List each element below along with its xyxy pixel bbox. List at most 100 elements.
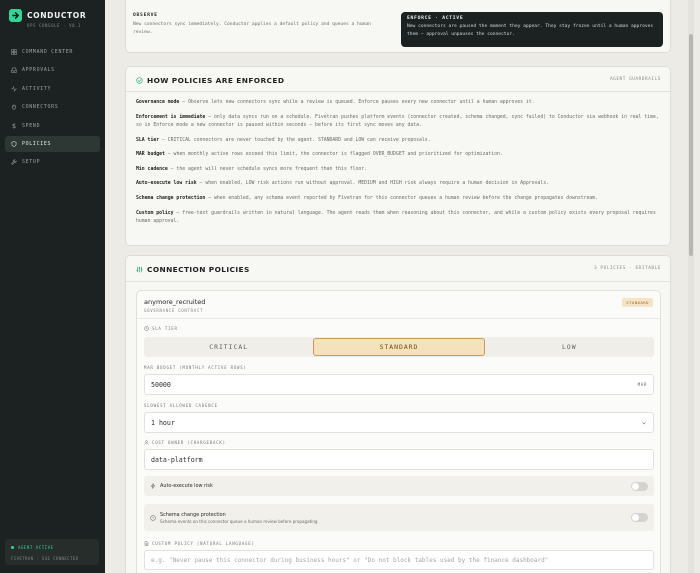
rule-text: — CRITICAL connectors are never touched … bbox=[159, 137, 431, 143]
sidebar-item-label: CONNECTORS bbox=[22, 104, 59, 111]
inbox-icon bbox=[11, 67, 17, 74]
agent-connection-detail: FIVETRAN · SSE CONNECTED bbox=[11, 556, 79, 561]
cost-owner-input[interactable]: data-platform bbox=[144, 449, 654, 470]
cost-owner-label: COST OWNER (CHARGEBACK) bbox=[144, 440, 226, 445]
brand-title: CONDUCTOR bbox=[27, 11, 87, 20]
sla-tier-selector: CRITICAL STANDARD LOW bbox=[144, 337, 654, 357]
sidebar-item-spend[interactable]: SPEND bbox=[5, 118, 100, 134]
sidebar-item-label: ACTIVITY bbox=[22, 85, 52, 92]
sidebar-item-connectors[interactable]: CONNECTORS bbox=[5, 99, 100, 115]
sidebar-item-policies[interactable]: POLICIES bbox=[5, 135, 100, 152]
sliders-icon bbox=[136, 266, 143, 273]
auto-execute-row: Auto-execute low risk bbox=[144, 476, 654, 496]
scrollbar-thumb[interactable] bbox=[689, 34, 693, 256]
plug-icon bbox=[11, 104, 17, 111]
brand-subtitle: OPS CONSOLE · V0.1 bbox=[27, 23, 82, 28]
rule-text: — the agent will never schedule syncs mo… bbox=[167, 166, 368, 172]
rule-term: Enforcement is immediate bbox=[136, 114, 206, 120]
sidebar: CONDUCTOR OPS CONSOLE · V0.1 COMMAND CEN… bbox=[0, 0, 105, 573]
rule-term: MAR budget bbox=[136, 152, 165, 158]
main-content: OBSERVE New connectors sync immediately.… bbox=[105, 0, 694, 573]
sidebar-item-label: COMMAND CENTER bbox=[22, 49, 74, 55]
chevron-down-icon bbox=[642, 421, 646, 424]
rule-item: Auto-execute low risk — when enabled, LO… bbox=[136, 180, 666, 188]
mode-description: New connectors are paused the moment the… bbox=[407, 24, 654, 38]
rule-item: Governance mode — Observe lets new conne… bbox=[136, 99, 666, 107]
custom-policy-input[interactable]: e.g. "Never pause this connector during … bbox=[144, 550, 654, 570]
how-policies-card: HOW POLICIES ARE ENFORCED AGENT GUARDRAI… bbox=[125, 66, 671, 246]
logo-icon bbox=[9, 9, 22, 22]
mode-option-observe[interactable]: OBSERVE New connectors sync immediately.… bbox=[133, 13, 383, 37]
cadence-select[interactable]: 1 hour bbox=[144, 412, 654, 433]
policy-count: 3 POLICIES · EDITABLE bbox=[594, 266, 661, 271]
cadence-value: 1 hour bbox=[151, 418, 175, 427]
schema-protection-toggle[interactable] bbox=[631, 513, 648, 522]
sla-tier-label: SLA TIER bbox=[144, 326, 178, 331]
auto-execute-toggle[interactable] bbox=[631, 481, 648, 491]
mode-description: New connectors sync immediately. Conduct… bbox=[133, 22, 371, 36]
check-circle-icon bbox=[136, 77, 143, 84]
sidebar-item-setup[interactable]: SETUP bbox=[5, 154, 100, 170]
rule-item: MAR budget — when monthly active rows ex… bbox=[136, 151, 666, 159]
clock-icon bbox=[144, 326, 149, 331]
mar-budget-value: 50000 bbox=[151, 380, 171, 389]
cost-owner-value: data-platform bbox=[151, 455, 203, 464]
rule-term: Schema change protection bbox=[136, 195, 206, 201]
rule-text: — when monthly active rows exceed this l… bbox=[164, 152, 503, 158]
rules-list: Governance mode — Observe lets new conne… bbox=[136, 99, 666, 233]
mode-option-enforce[interactable]: ENFORCE · ACTIVE New connectors are paus… bbox=[401, 12, 663, 47]
rule-text: — only data syncs run on a schedule. Fiv… bbox=[136, 114, 659, 128]
section-tag: AGENT GUARDRAILS bbox=[610, 77, 661, 82]
cadence-label: SLOWEST ALLOWED CADENCE bbox=[144, 403, 218, 408]
rule-item: Enforcement is immediate — only data syn… bbox=[136, 114, 666, 131]
sla-option-low[interactable]: LOW bbox=[485, 337, 654, 357]
sidebar-item-label: POLICIES bbox=[22, 140, 52, 147]
schema-protection-row: Schema change protection Schema events o… bbox=[144, 504, 654, 531]
sla-option-critical[interactable]: CRITICAL bbox=[144, 337, 313, 357]
shield-icon bbox=[150, 514, 156, 521]
brand: CONDUCTOR bbox=[0, 0, 105, 22]
rule-text: — free-text guardrails written in natura… bbox=[136, 210, 656, 224]
rule-text: — Observe lets new connectors sync while… bbox=[179, 100, 535, 105]
lightning-icon bbox=[150, 483, 156, 489]
auto-execute-label: Auto-execute low risk bbox=[160, 483, 213, 489]
rule-text: — when enabled, any schema event reporte… bbox=[205, 195, 599, 201]
governance-mode-card: OBSERVE New connectors sync immediately.… bbox=[125, 0, 671, 53]
custom-policy-placeholder: e.g. "Never pause this connector during … bbox=[151, 556, 549, 564]
agent-status-label: AGENT ACTIVE bbox=[18, 545, 54, 550]
rule-term: SLA tier bbox=[136, 137, 160, 143]
divider bbox=[137, 318, 660, 319]
scrollbar[interactable] bbox=[688, 0, 694, 573]
wrench-icon bbox=[11, 159, 17, 166]
shield-icon bbox=[11, 141, 17, 147]
sla-option-standard[interactable]: STANDARD bbox=[313, 338, 485, 356]
rule-item: Schema change protection — when enabled,… bbox=[136, 195, 666, 203]
rule-term: Auto-execute low risk bbox=[136, 181, 197, 187]
agent-status: AGENT ACTIVE FIVETRAN · SSE CONNECTED bbox=[5, 539, 99, 565]
toggle-knob bbox=[632, 482, 639, 490]
rule-item: SLA tier — CRITICAL connectors are never… bbox=[136, 137, 666, 145]
rule-item: Min cadence — the agent will never sched… bbox=[136, 166, 666, 174]
sidebar-item-activity[interactable]: ACTIVITY bbox=[5, 81, 100, 97]
grid-icon bbox=[11, 49, 17, 55]
mar-budget-label: MAR BUDGET (MONTHLY ACTIVE ROWS) bbox=[144, 365, 247, 370]
schema-protection-label: Schema change protection bbox=[160, 511, 226, 518]
rule-term: Custom policy bbox=[136, 210, 174, 216]
sidebar-item-approvals[interactable]: APPROVALS bbox=[5, 62, 100, 78]
section-title: HOW POLICIES ARE ENFORCED bbox=[147, 76, 285, 85]
sidebar-item-label: APPROVALS bbox=[22, 67, 55, 74]
connection-policies-card: CONNECTION POLICIES 3 POLICIES · EDITABL… bbox=[125, 255, 671, 573]
divider bbox=[126, 281, 670, 282]
status-dot-icon bbox=[11, 546, 14, 549]
user-icon bbox=[144, 440, 149, 445]
rule-term: Governance mode bbox=[136, 100, 180, 105]
rule-item: Custom policy — free-text guardrails wri… bbox=[136, 210, 666, 227]
pulse-icon bbox=[11, 85, 17, 92]
divider bbox=[126, 91, 670, 92]
sidebar-item-command-center[interactable]: COMMAND CENTER bbox=[5, 44, 100, 60]
schema-protection-description: Schema events on this connector queue a … bbox=[160, 518, 318, 524]
mar-suffix: MAR bbox=[637, 382, 647, 387]
dollar-icon bbox=[12, 123, 16, 129]
mode-title: OBSERVE bbox=[133, 13, 158, 18]
mar-budget-input[interactable]: 50000 MAR bbox=[144, 374, 654, 395]
